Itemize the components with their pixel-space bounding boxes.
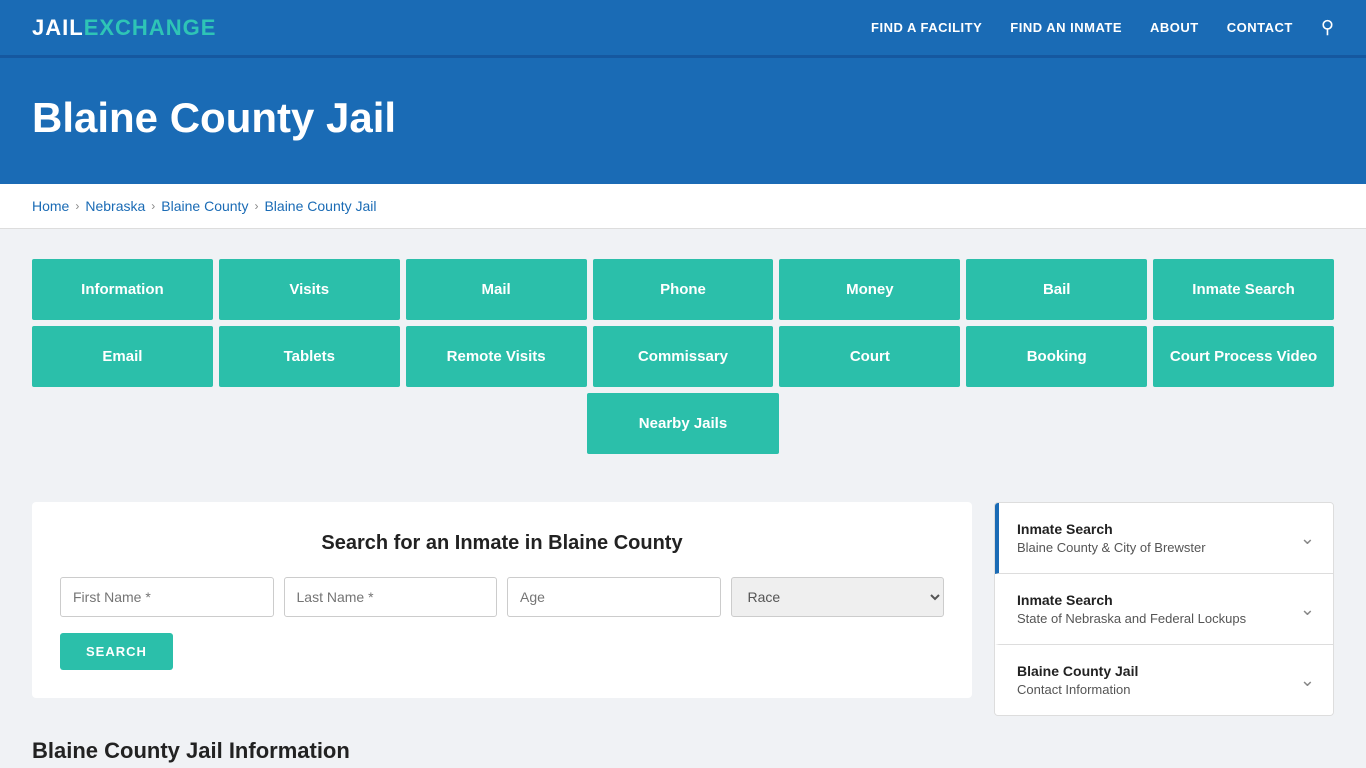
content-area: Information Visits Mail Phone Money Bail… (0, 229, 1366, 502)
nav-find-inmate[interactable]: FIND AN INMATE (1010, 20, 1122, 35)
sidebar-item-left-2: Inmate Search State of Nebraska and Fede… (1017, 592, 1246, 626)
breadcrumb-chevron-1: › (75, 199, 79, 213)
chevron-down-icon-1: ⌄ (1300, 528, 1315, 549)
nav-find-facility[interactable]: FIND A FACILITY (871, 20, 982, 35)
race-select[interactable]: Race White Black Hispanic Asian Other (731, 577, 945, 617)
first-name-input[interactable] (60, 577, 274, 617)
btn-bail[interactable]: Bail (966, 259, 1147, 320)
sidebar-item-bottom-3: Contact Information (1017, 682, 1138, 697)
nav-about[interactable]: ABOUT (1150, 20, 1199, 35)
nav-links: FIND A FACILITY FIND AN INMATE ABOUT CON… (871, 17, 1334, 38)
sidebar-item-bottom-1: Blaine County & City of Brewster (1017, 540, 1206, 555)
btn-court[interactable]: Court (779, 326, 960, 387)
btn-email[interactable]: Email (32, 326, 213, 387)
btn-inmate-search[interactable]: Inmate Search (1153, 259, 1334, 320)
grid-row-1: Information Visits Mail Phone Money Bail… (32, 259, 1334, 320)
sidebar-item-contact-info[interactable]: Blaine County Jail Contact Information ⌄ (995, 645, 1333, 715)
sidebar-item-inmate-search-blaine[interactable]: Inmate Search Blaine County & City of Br… (995, 503, 1333, 574)
logo-exchange: EXCHANGE (84, 15, 217, 41)
btn-visits[interactable]: Visits (219, 259, 400, 320)
last-name-input[interactable] (284, 577, 498, 617)
sidebar-item-top-1: Inmate Search (1017, 521, 1206, 537)
btn-commissary[interactable]: Commissary (593, 326, 774, 387)
btn-tablets[interactable]: Tablets (219, 326, 400, 387)
grid-row-3: Nearby Jails (32, 393, 1334, 454)
grid-row-2: Email Tablets Remote Visits Commissary C… (32, 326, 1334, 387)
chevron-down-icon-3: ⌄ (1300, 670, 1315, 691)
search-icon[interactable]: ⚲ (1321, 17, 1334, 38)
section-title: Blaine County Jail Information (0, 716, 1366, 768)
search-button[interactable]: SEARCH (60, 633, 173, 670)
main-columns: Search for an Inmate in Blaine County Ra… (0, 502, 1366, 716)
sidebar-item-left-1: Inmate Search Blaine County & City of Br… (1017, 521, 1206, 555)
breadcrumb-nebraska[interactable]: Nebraska (85, 198, 145, 214)
search-title: Search for an Inmate in Blaine County (60, 532, 944, 555)
age-input[interactable] (507, 577, 721, 617)
btn-nearby-jails[interactable]: Nearby Jails (587, 393, 779, 454)
sidebar-item-top-2: Inmate Search (1017, 592, 1246, 608)
nav-contact[interactable]: CONTACT (1227, 20, 1293, 35)
sidebar-item-inmate-search-nebraska[interactable]: Inmate Search State of Nebraska and Fede… (995, 574, 1333, 645)
btn-phone[interactable]: Phone (593, 259, 774, 320)
btn-mail[interactable]: Mail (406, 259, 587, 320)
chevron-down-icon-2: ⌄ (1300, 599, 1315, 620)
btn-court-process-video[interactable]: Court Process Video (1153, 326, 1334, 387)
page-title: Blaine County Jail (32, 94, 1334, 142)
breadcrumb: Home › Nebraska › Blaine County › Blaine… (0, 184, 1366, 229)
btn-money[interactable]: Money (779, 259, 960, 320)
breadcrumb-home[interactable]: Home (32, 198, 69, 214)
sidebar-item-top-3: Blaine County Jail (1017, 663, 1138, 679)
sidebar-item-bottom-2: State of Nebraska and Federal Lockups (1017, 611, 1246, 626)
btn-remote-visits[interactable]: Remote Visits (406, 326, 587, 387)
search-fields: Race White Black Hispanic Asian Other (60, 577, 944, 617)
btn-booking[interactable]: Booking (966, 326, 1147, 387)
hero-banner: Blaine County Jail (0, 58, 1366, 184)
btn-information[interactable]: Information (32, 259, 213, 320)
sidebar-item-left-3: Blaine County Jail Contact Information (1017, 663, 1138, 697)
logo[interactable]: JAILEXCHANGE (32, 15, 216, 41)
breadcrumb-chevron-2: › (151, 199, 155, 213)
search-section: Search for an Inmate in Blaine County Ra… (32, 502, 972, 698)
breadcrumb-blaine-county[interactable]: Blaine County (161, 198, 248, 214)
navbar: JAILEXCHANGE FIND A FACILITY FIND AN INM… (0, 0, 1366, 58)
breadcrumb-blaine-county-jail[interactable]: Blaine County Jail (264, 198, 376, 214)
sidebar: Inmate Search Blaine County & City of Br… (994, 502, 1334, 716)
breadcrumb-chevron-3: › (254, 199, 258, 213)
logo-jail: JAIL (32, 15, 84, 41)
